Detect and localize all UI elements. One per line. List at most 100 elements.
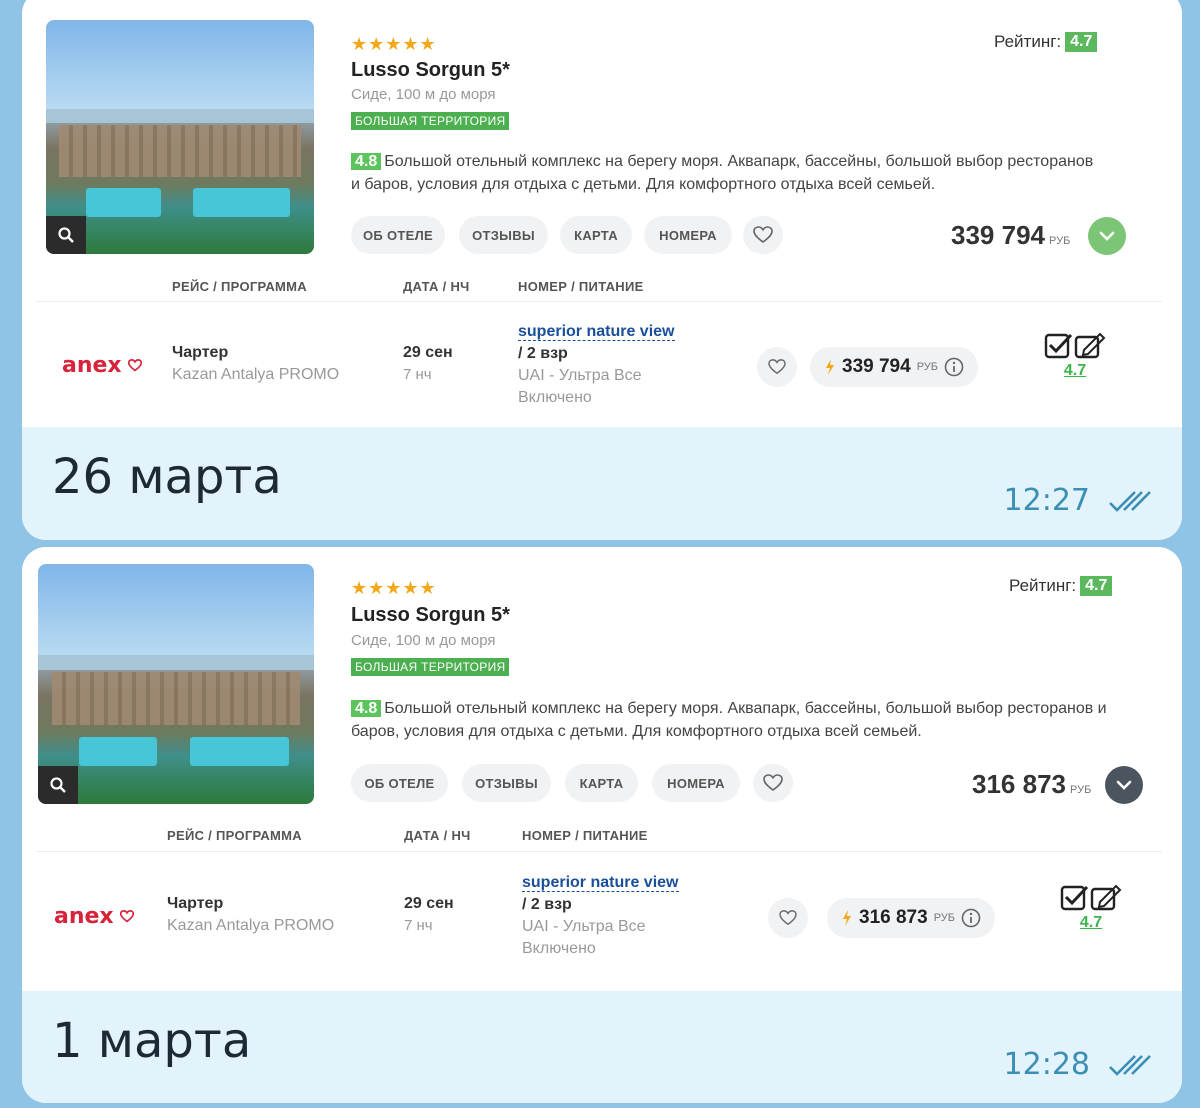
nights-count: 7 нч xyxy=(404,917,433,934)
info-icon[interactable] xyxy=(944,357,964,377)
message-date: 1 марта xyxy=(52,1013,252,1069)
search-icon[interactable] xyxy=(38,766,78,804)
flight-type: Чартер xyxy=(167,895,224,912)
expand-toggle-button[interactable] xyxy=(1105,766,1143,804)
hotel-stars: ★★★★★ xyxy=(351,578,437,598)
lightning-icon xyxy=(826,359,834,375)
hotel-name[interactable]: Lusso Sorgun 5* xyxy=(351,604,510,627)
checklist-edit-icon[interactable] xyxy=(1060,884,1122,912)
hotel-name[interactable]: Lusso Sorgun 5* xyxy=(351,59,510,82)
operator-name: anex xyxy=(54,904,114,929)
column-header-room: НОМЕР / ПИТАНИЕ xyxy=(518,279,644,294)
favorite-button[interactable] xyxy=(753,764,793,802)
offer-favorite-button[interactable] xyxy=(757,347,797,387)
date-info: 29 сен 7 нч xyxy=(404,895,454,934)
about-hotel-button[interactable]: ОБ ОТЕЛЕ xyxy=(351,216,445,254)
hotel-card: ★★★★★ Lusso Sorgun 5* Сиде, 100 м до мор… xyxy=(22,0,1182,427)
chevron-down-icon xyxy=(1116,780,1132,790)
territory-tag: БОЛЬШАЯ ТЕРРИТОРИЯ xyxy=(351,112,510,130)
hotel-description: 4.8 Большой отельный комплекс на берегу м… xyxy=(351,697,1121,743)
departure-date: 29 сен xyxy=(403,344,453,361)
hotel-location: Сиде, 100 м до моря xyxy=(351,86,496,103)
info-icon[interactable] xyxy=(961,908,981,928)
territory-tag: БОЛЬШАЯ ТЕРРИТОРИЯ xyxy=(351,658,510,676)
message-date: 26 марта xyxy=(52,449,282,505)
column-header-date: ДАТА / НЧ xyxy=(403,279,470,294)
column-header-room: НОМЕР / ПИТАНИЕ xyxy=(522,828,648,843)
date-info: 29 сен 7 нч xyxy=(403,344,453,383)
hotel-photo[interactable] xyxy=(46,20,314,254)
price-currency: РУБ xyxy=(1048,235,1071,247)
favorite-button[interactable] xyxy=(743,216,783,254)
hotel-description: 4.8 Большой отельный комплекс на берегу м… xyxy=(351,150,1101,196)
operator-name: anex xyxy=(62,353,122,378)
message-time: 12:28 xyxy=(1004,1047,1152,1082)
price-value: 316 873 xyxy=(972,769,1066,799)
heart-outline-icon xyxy=(127,359,142,372)
rating-value: 4.7 xyxy=(1080,576,1113,596)
description-score: 4.8 xyxy=(351,153,382,170)
description-text: Большой отельный комплекс на берегу моря… xyxy=(351,153,1094,193)
hotel-card: ★★★★★ Lusso Sorgun 5* Сиде, 100 м до мор… xyxy=(22,547,1182,991)
heart-icon xyxy=(753,226,773,243)
map-button[interactable]: КАРТА xyxy=(565,764,638,802)
reviews-button[interactable]: ОТЗЫВЫ xyxy=(459,216,548,254)
message-bubble-1: ★★★★★ Lusso Sorgun 5* Сиде, 100 м до мор… xyxy=(22,0,1182,540)
heart-outline-icon xyxy=(119,910,134,923)
rating-link[interactable]: 4.7 xyxy=(1064,362,1086,380)
room-info: superior nature view / 2 взр UAI - Ультр… xyxy=(518,321,678,409)
description-score: 4.8 xyxy=(351,700,382,717)
operator-logo: anex xyxy=(54,904,134,929)
room-info: superior nature view / 2 взр UAI - Ультр… xyxy=(522,872,682,960)
room-people: / 2 взр xyxy=(518,345,568,362)
offer-price-button[interactable]: 339 794 РУБ xyxy=(810,347,978,387)
double-check-icon xyxy=(1109,1054,1151,1076)
rating-value: 4.7 xyxy=(1065,32,1098,52)
table-divider xyxy=(36,301,1162,302)
flight-program: Kazan Antalya PROMO xyxy=(172,366,340,383)
rating-label: Рейтинг: xyxy=(994,32,1062,51)
rooms-button[interactable]: НОМЕРА xyxy=(652,764,740,802)
column-header-date: ДАТА / НЧ xyxy=(404,828,471,843)
flight-type: Чартер xyxy=(172,344,229,361)
rooms-button[interactable]: НОМЕРА xyxy=(644,216,732,254)
room-type-link[interactable]: superior nature view xyxy=(518,323,675,341)
hotel-price: 316 873 РУБ xyxy=(972,769,1091,800)
hotel-photo[interactable] xyxy=(38,564,314,804)
column-header-flight: РЕЙС / ПРОГРАММА xyxy=(172,279,307,294)
message-footer: 26 марта 12:27 xyxy=(22,427,1182,540)
operator-logo: anex xyxy=(62,353,142,378)
nights-count: 7 нч xyxy=(403,366,432,383)
hotel-rating: Рейтинг: 4.7 xyxy=(994,32,1098,52)
hotel-location: Сиде, 100 м до моря xyxy=(351,632,496,649)
about-hotel-button[interactable]: ОБ ОТЕЛЕ xyxy=(351,764,448,802)
heart-icon xyxy=(779,910,797,926)
room-people: / 2 взр xyxy=(522,896,572,913)
flight-info: Чартер Kazan Antalya PROMO xyxy=(167,895,334,935)
heart-icon xyxy=(763,774,783,791)
room-type-link[interactable]: superior nature view xyxy=(522,874,679,892)
rating-link[interactable]: 4.7 xyxy=(1080,914,1102,932)
offer-favorite-button[interactable] xyxy=(768,898,808,938)
flight-info: Чартер Kazan Antalya PROMO xyxy=(172,344,339,384)
column-header-flight: РЕЙС / ПРОГРАММА xyxy=(167,828,302,843)
rating-column: 4.7 xyxy=(1060,884,1122,932)
hotel-stars: ★★★★★ xyxy=(351,34,437,54)
message-footer: 1 марта 12:28 xyxy=(22,991,1182,1103)
offer-price: 339 794 xyxy=(842,356,911,377)
offer-price-button[interactable]: 316 873 РУБ xyxy=(827,898,995,938)
offer-currency: РУБ xyxy=(916,361,938,373)
description-text: Большой отельный комплекс на берегу моря… xyxy=(351,700,1107,740)
reviews-button[interactable]: ОТЗЫВЫ xyxy=(462,764,551,802)
expand-toggle-button[interactable] xyxy=(1088,217,1126,255)
map-button[interactable]: КАРТА xyxy=(560,216,632,254)
message-time: 12:27 xyxy=(1004,483,1152,518)
departure-date: 29 сен xyxy=(404,895,454,912)
message-bubble-2: ★★★★★ Lusso Sorgun 5* Сиде, 100 м до мор… xyxy=(22,547,1182,1103)
search-icon[interactable] xyxy=(46,216,86,254)
heart-icon xyxy=(768,359,786,375)
hotel-rating: Рейтинг: 4.7 xyxy=(1009,576,1113,596)
flight-program: Kazan Antalya PROMO xyxy=(167,917,335,934)
table-divider xyxy=(36,851,1162,852)
checklist-edit-icon[interactable] xyxy=(1044,332,1106,360)
